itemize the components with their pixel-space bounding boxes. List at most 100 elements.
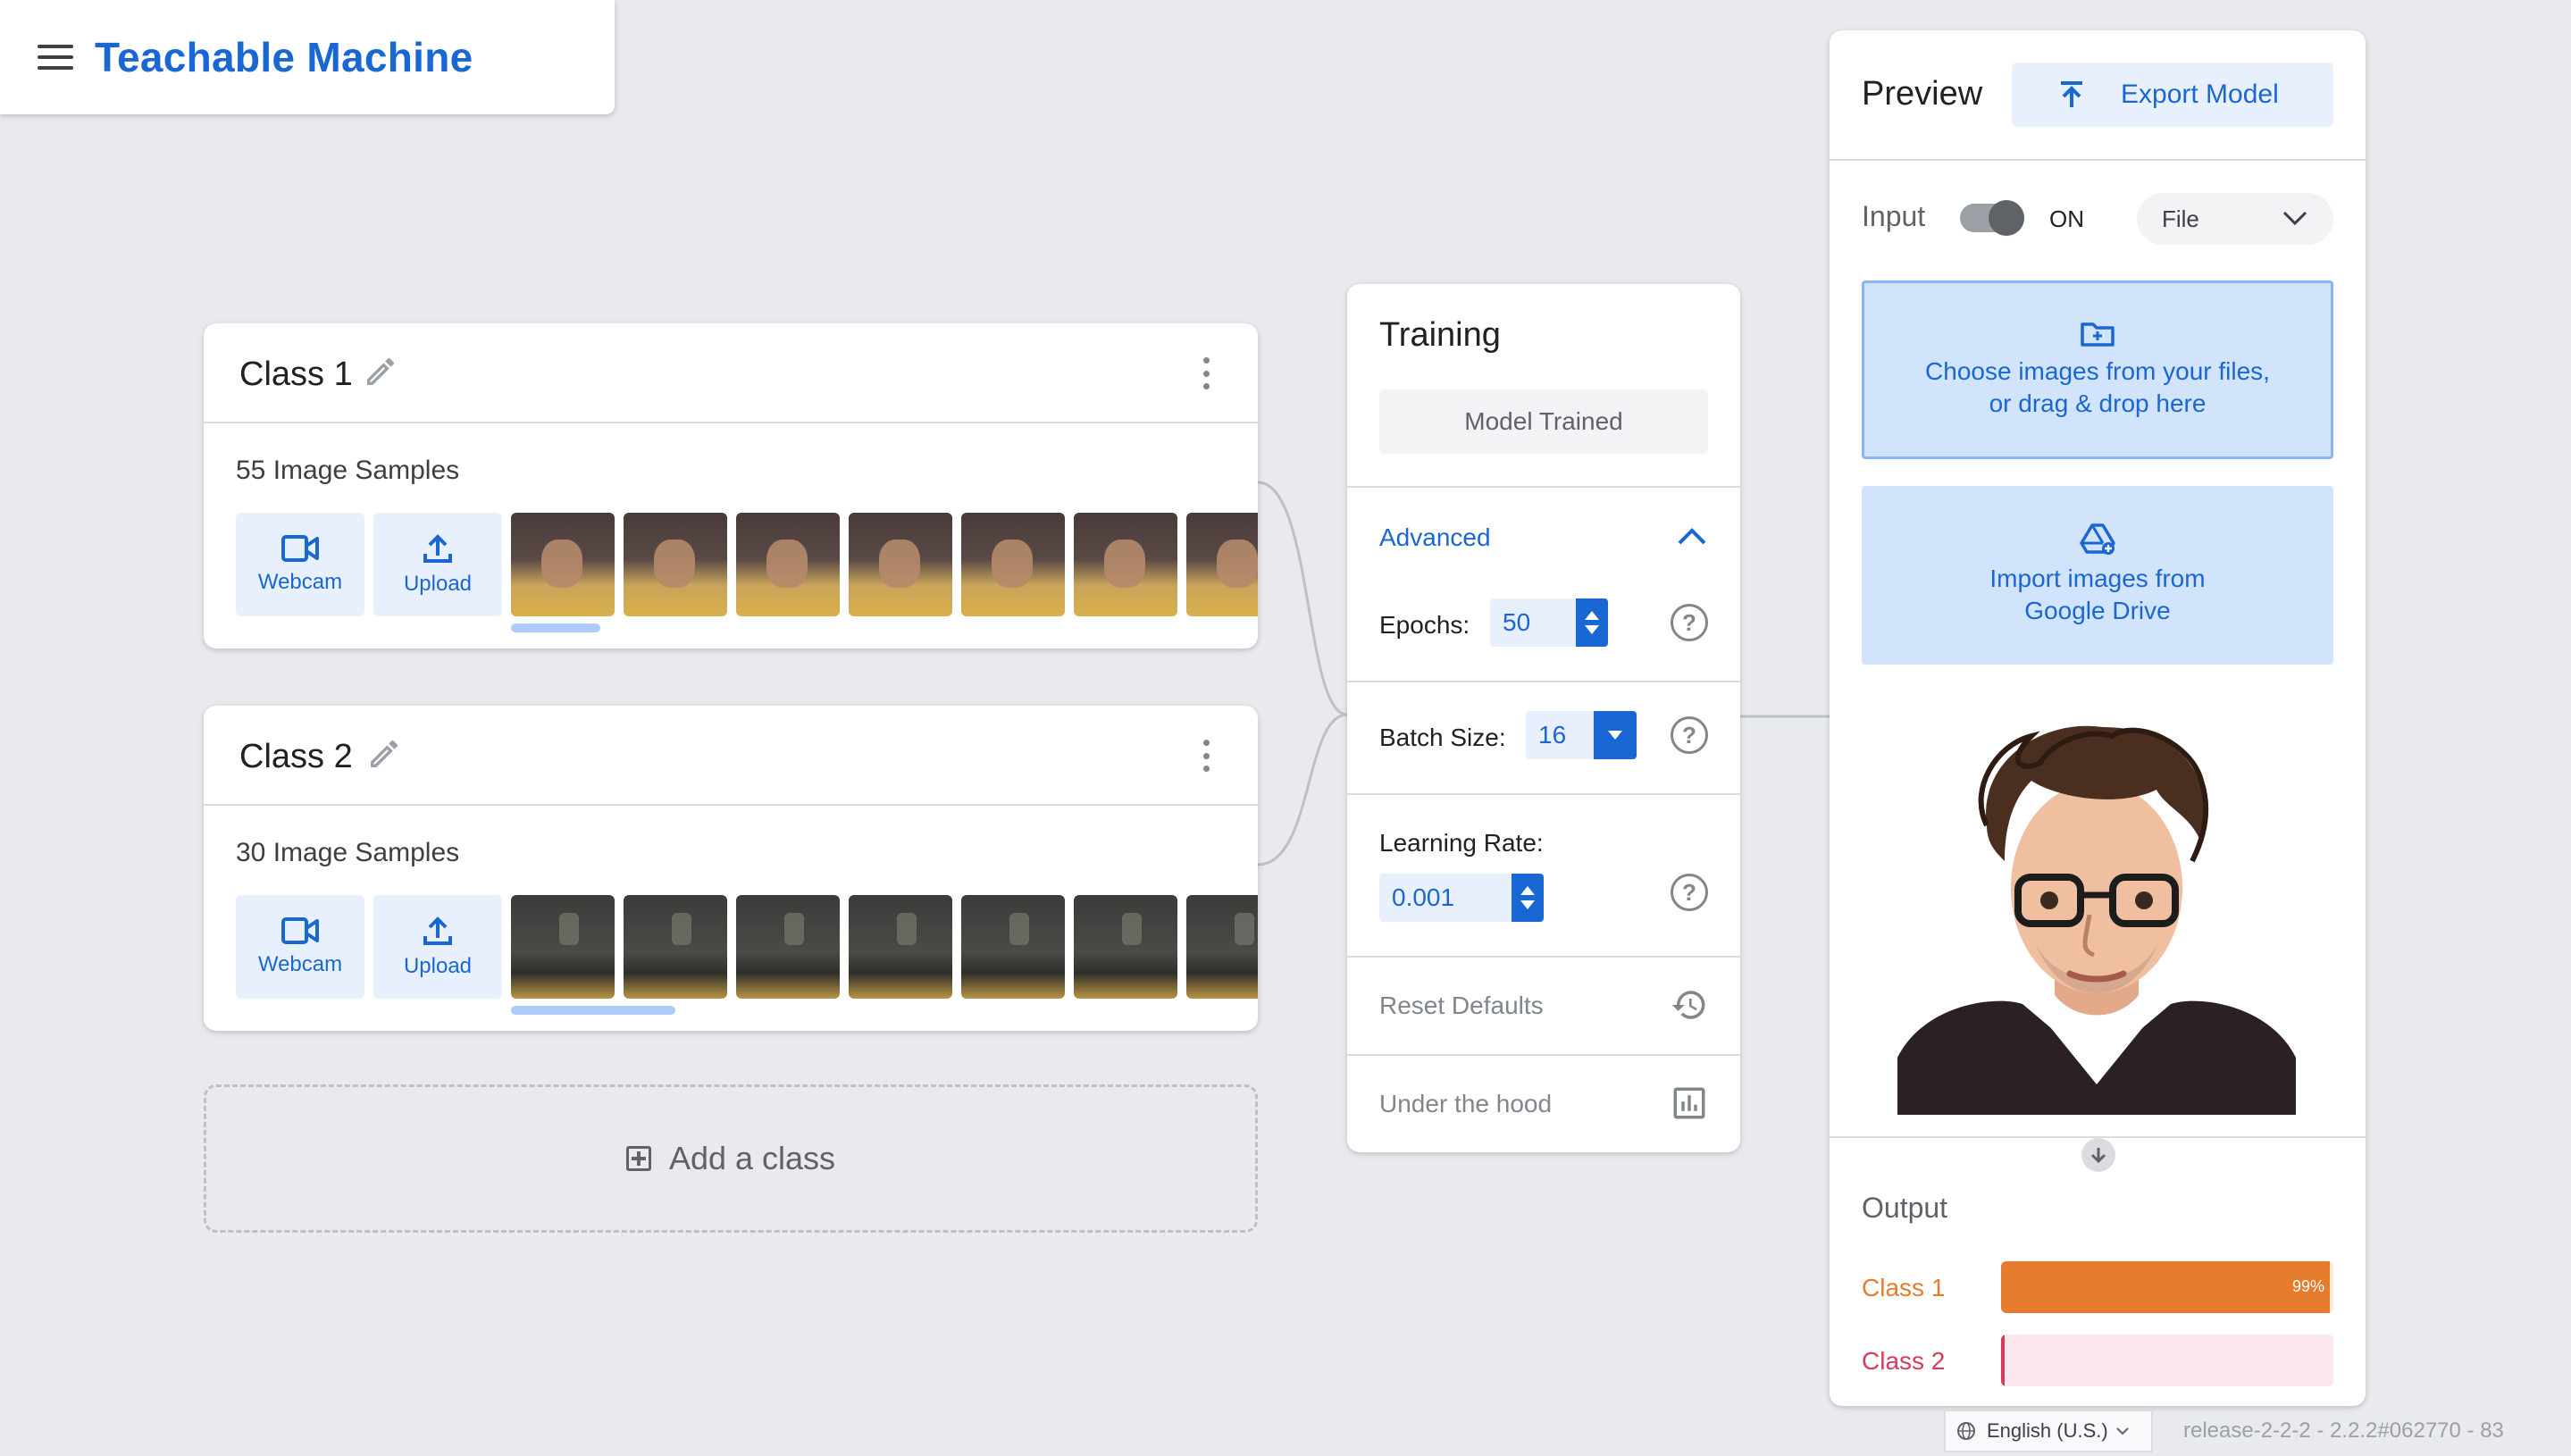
- upload-icon: [423, 916, 452, 945]
- upload-button[interactable]: Upload: [373, 513, 502, 616]
- caret-down-icon: [1608, 731, 1622, 740]
- sample-thumbnail[interactable]: [1074, 895, 1177, 999]
- input-source-select[interactable]: File: [2137, 193, 2333, 245]
- globe-icon: [1957, 1422, 1975, 1440]
- advanced-toggle[interactable]: Advanced: [1379, 523, 1491, 552]
- chevron-up-icon[interactable]: [1676, 525, 1708, 547]
- sample-thumbnails[interactable]: [511, 513, 1258, 616]
- training-panel: Training Model Trained Advanced Epochs: …: [1347, 284, 1740, 1152]
- preview-title: Preview: [1862, 75, 1983, 113]
- confidence-bar-fill: [2001, 1335, 2005, 1386]
- upload-button[interactable]: Upload: [373, 895, 502, 999]
- release-version: release-2-2-2 - 2.2.2#062770 - 83: [2183, 1418, 2504, 1443]
- increment-icon[interactable]: [1585, 611, 1599, 620]
- class-name[interactable]: Class 2: [239, 738, 353, 776]
- webcam-label: Webcam: [257, 952, 343, 976]
- upload-arrow-icon: [2061, 81, 2082, 107]
- class-name[interactable]: Class 1: [239, 356, 353, 394]
- upload-icon: [423, 534, 452, 563]
- sample-thumbnail[interactable]: [624, 513, 727, 616]
- batch-size-select[interactable]: 16: [1526, 711, 1637, 759]
- sample-thumbnail[interactable]: [624, 895, 727, 999]
- sample-thumbnail[interactable]: [511, 895, 615, 999]
- add-box-icon: [625, 1146, 651, 1171]
- chevron-down-icon: [2282, 211, 2307, 226]
- webcam-button[interactable]: Webcam: [236, 513, 364, 616]
- sample-thumbnail[interactable]: [961, 895, 1065, 999]
- webcam-icon: [281, 917, 319, 944]
- input-toggle[interactable]: [1960, 200, 2024, 236]
- confidence-bar: [2001, 1335, 2333, 1386]
- edit-pencil-icon[interactable]: [363, 354, 398, 389]
- sample-thumbnail[interactable]: [736, 513, 840, 616]
- bar-chart-icon[interactable]: [1671, 1084, 1708, 1122]
- sample-thumbnail[interactable]: [736, 895, 840, 999]
- export-model-label: Export Model: [2121, 79, 2279, 109]
- batch-size-label: Batch Size:: [1379, 724, 1506, 751]
- sample-count: 30 Image Samples: [236, 838, 460, 867]
- more-options-icon[interactable]: [1201, 357, 1211, 389]
- edit-pencil-icon[interactable]: [366, 736, 402, 772]
- chevron-down-icon: [2116, 1427, 2129, 1435]
- webcam-button[interactable]: Webcam: [236, 895, 364, 999]
- dropdown-arrow-icon[interactable]: [1594, 711, 1637, 759]
- epochs-stepper[interactable]: [1576, 598, 1608, 647]
- upload-label: Upload: [403, 572, 473, 596]
- upload-label: Upload: [403, 954, 473, 978]
- arrow-down-icon: [2081, 1138, 2115, 1172]
- batch-size-value: 16: [1538, 721, 1567, 749]
- dropzone-line1: Choose images from your files,: [1925, 357, 2270, 385]
- divider: [1830, 159, 2366, 161]
- sample-thumbnail[interactable]: [849, 895, 952, 999]
- app-title: Teachable Machine: [95, 34, 473, 80]
- learning-rate-value: 0.001: [1392, 883, 1455, 911]
- toggle-state: ON: [2049, 205, 2084, 232]
- export-model-button[interactable]: Export Model: [2012, 63, 2333, 127]
- confidence-bar-fill: [2001, 1261, 2331, 1313]
- increment-icon[interactable]: [1520, 886, 1535, 895]
- epochs-input[interactable]: 50: [1490, 598, 1608, 647]
- confidence-bar: 99%: [2001, 1261, 2333, 1313]
- divider: [1347, 1054, 1740, 1056]
- output-class-label: Class 2: [1862, 1347, 1946, 1375]
- train-model-button[interactable]: Model Trained: [1379, 389, 1708, 454]
- drive-line1: Import images from: [1989, 565, 2206, 592]
- thumbnail-scrollbar[interactable]: [511, 1006, 675, 1015]
- class-header: Class 2: [204, 706, 1258, 806]
- sample-thumbnail[interactable]: [1186, 895, 1258, 999]
- language-select[interactable]: English (U.S.): [1944, 1410, 2153, 1452]
- learning-rate-input[interactable]: 0.001: [1379, 874, 1544, 922]
- sample-count: 55 Image Samples: [236, 456, 460, 485]
- sample-thumbnail[interactable]: [1186, 513, 1258, 616]
- file-dropzone[interactable]: Choose images from your files, or drag & …: [1862, 280, 2333, 459]
- reset-defaults-button[interactable]: Reset Defaults: [1379, 992, 1544, 1020]
- batch-size-help-icon[interactable]: ?: [1671, 716, 1708, 754]
- epochs-help-icon[interactable]: ?: [1671, 604, 1708, 641]
- divider: [1347, 486, 1740, 488]
- sample-thumbnail[interactable]: [849, 513, 952, 616]
- sample-thumbnail[interactable]: [961, 513, 1065, 616]
- google-drive-button[interactable]: Import images from Google Drive: [1862, 486, 2333, 665]
- history-icon[interactable]: [1671, 986, 1708, 1024]
- sample-thumbnail[interactable]: [1074, 513, 1177, 616]
- decrement-icon[interactable]: [1520, 900, 1535, 909]
- epochs-label: Epochs:: [1379, 611, 1470, 639]
- webcam-label: Webcam: [257, 570, 343, 594]
- decrement-icon[interactable]: [1585, 625, 1599, 634]
- language-value: English (U.S.): [1987, 1419, 2108, 1442]
- learning-rate-help-icon[interactable]: ?: [1671, 874, 1708, 911]
- training-title: Training: [1379, 316, 1501, 354]
- learning-rate-label: Learning Rate:: [1379, 829, 1544, 857]
- sample-thumbnail[interactable]: [511, 513, 615, 616]
- thumbnail-scrollbar[interactable]: [511, 623, 600, 632]
- app-header: Teachable Machine: [0, 0, 615, 114]
- output-class-label: Class 1: [1862, 1274, 1946, 1301]
- under-the-hood-button[interactable]: Under the hood: [1379, 1090, 1552, 1118]
- sample-thumbnails[interactable]: [511, 895, 1258, 999]
- class-card-1: Class 1 55 Image Samples Webcam Upload: [204, 323, 1258, 649]
- learning-rate-stepper[interactable]: [1512, 874, 1544, 922]
- menu-icon[interactable]: [38, 45, 73, 70]
- add-class-button[interactable]: Add a class: [204, 1084, 1258, 1233]
- toggle-knob: [1989, 200, 2024, 236]
- more-options-icon[interactable]: [1201, 740, 1211, 772]
